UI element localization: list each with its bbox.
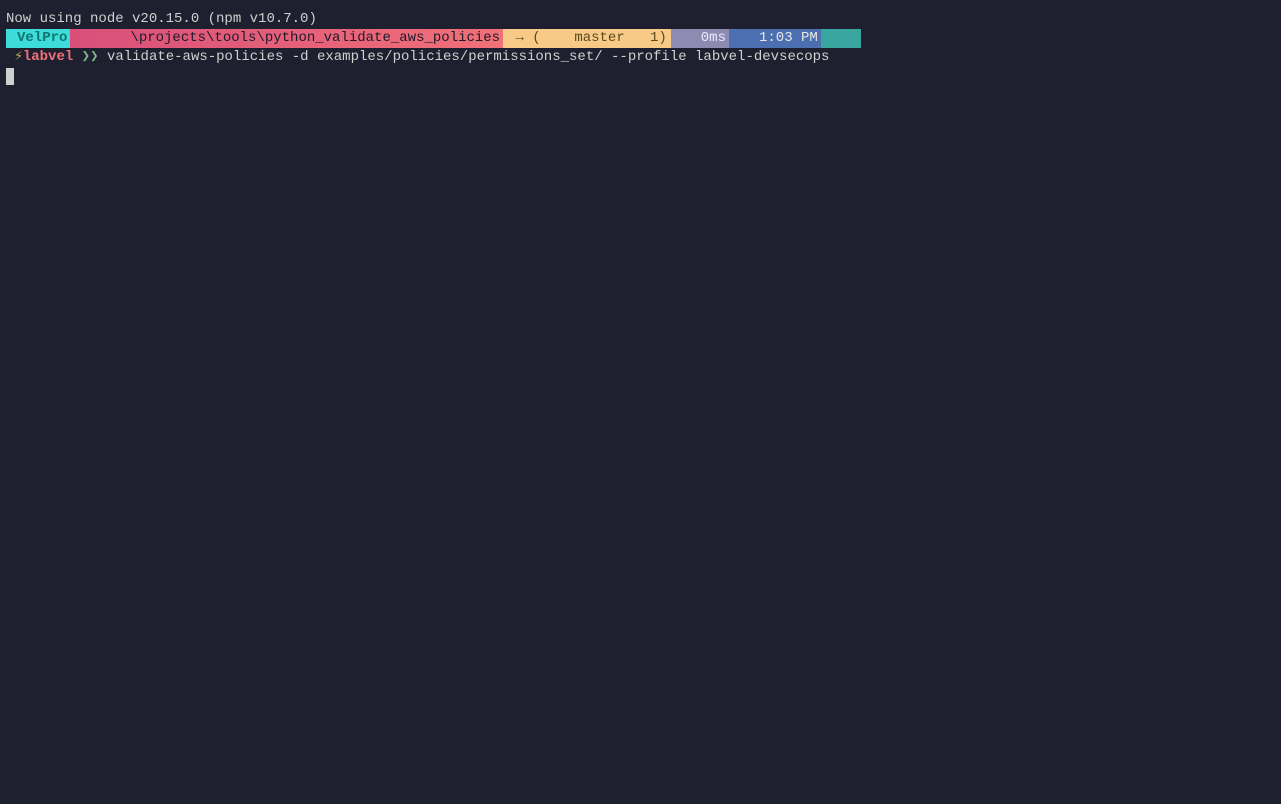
node-version-message: Now using node v20.15.0 (npm v10.7.0) — [0, 10, 1281, 29]
prompt-user: labvel — [23, 49, 73, 65]
terminal-cursor — [6, 68, 14, 85]
branch-suffix: ) — [658, 30, 666, 46]
branch-name: master — [574, 30, 624, 46]
prompt-arrows-icon: ❯❯ — [73, 49, 107, 65]
bolt-icon: ⚡ — [6, 49, 23, 65]
time-segment: 1:03 PM — [729, 29, 821, 48]
branch-prefix: → ( — [507, 30, 541, 46]
duration-segment: 0ms — [671, 29, 729, 48]
status-tail-segment — [821, 29, 861, 48]
command-input[interactable]: validate-aws-policies -d examples/polici… — [107, 49, 830, 65]
prompt-line[interactable]: ⚡labvel ❯❯ validate-aws-policies -d exam… — [0, 48, 1281, 67]
cursor-line[interactable] — [0, 67, 1281, 86]
git-branch-segment: → ( master 1) — [503, 29, 671, 48]
path-segment: \projects\tools\python_validate_aws_poli… — [70, 29, 503, 48]
status-bar: VelPro \projects\tools\python_validate_a… — [0, 29, 1281, 48]
host-segment: VelPro — [6, 29, 70, 48]
